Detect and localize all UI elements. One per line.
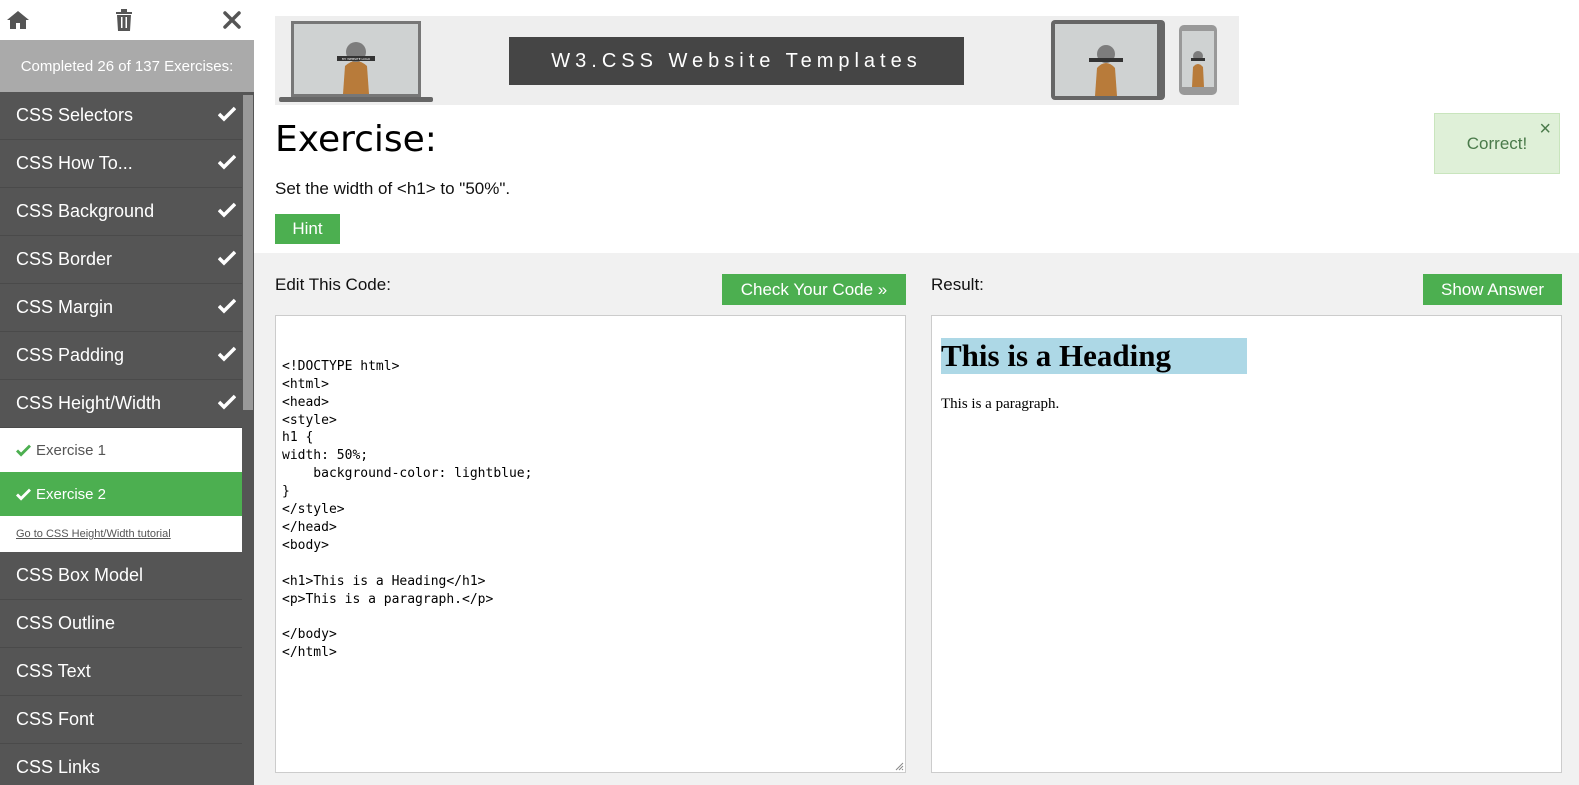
close-icon[interactable]	[218, 6, 246, 34]
laptop-mockup: MY WEBSITE LOGO	[279, 21, 433, 102]
check-icon	[16, 444, 31, 457]
home-icon[interactable]	[4, 6, 32, 34]
show-answer-button[interactable]: Show Answer	[1423, 274, 1562, 305]
result-paragraph: This is a paragraph.	[941, 396, 1060, 412]
check-icon	[217, 394, 237, 415]
sidebar: Completed 26 of 137 Exercises: CSS Selec…	[0, 0, 254, 785]
exercise-title: Exercise:	[275, 119, 437, 160]
sub-item-exercise-1[interactable]: Exercise 1	[0, 428, 242, 472]
check-icon	[217, 202, 237, 223]
sidebar-item-label: CSS Margin	[16, 297, 114, 317]
check-code-button[interactable]: Check Your Code »	[722, 274, 906, 305]
sidebar-item-label: CSS Height/Width	[16, 393, 162, 413]
tablet-mockup	[1051, 20, 1165, 100]
editor-label: Edit This Code:	[275, 275, 391, 294]
mock-logo-text: MY WEBSITE LOGO	[342, 57, 371, 61]
toast-close-icon[interactable]: ×	[1539, 118, 1551, 141]
progress-text: Completed 26 of 137 Exercises:	[0, 40, 254, 92]
templates-banner[interactable]: MY WEBSITE LOGO W3.CSS Website Templates	[275, 16, 1239, 105]
result-heading: This is a Heading	[941, 338, 1247, 374]
trash-icon[interactable]	[110, 6, 138, 34]
check-icon	[217, 106, 237, 127]
check-icon	[217, 298, 237, 319]
sub-item-exercise-2[interactable]: Exercise 2	[0, 472, 242, 516]
sub-item-label: Exercise 2	[36, 485, 107, 503]
check-icon	[217, 250, 237, 271]
sidebar-toolbar	[0, 0, 254, 40]
banner-title: W3.CSS Website Templates	[509, 37, 964, 85]
sidebar-item-box-model[interactable]: CSS Box Model	[0, 552, 242, 600]
check-icon	[16, 488, 31, 501]
sidebar-item-label: CSS Background	[16, 201, 155, 221]
sidebar-item-label: CSS Selectors	[16, 105, 134, 125]
code-editor[interactable]: <!DOCTYPE html> <html> <head> <style> h1…	[275, 315, 906, 773]
sidebar-item-label: CSS Links	[16, 757, 101, 777]
sidebar-scrollbar-thumb[interactable]	[243, 95, 253, 410]
sidebar-item-label: CSS Box Model	[16, 565, 144, 585]
toast-text: Correct!	[1466, 133, 1528, 153]
sidebar-item-background[interactable]: CSS Background	[0, 188, 242, 236]
sidebar-item-font[interactable]: CSS Font	[0, 696, 242, 744]
tutorial-link[interactable]: Go to CSS Height/Width tutorial	[0, 516, 242, 552]
main-content: MY WEBSITE LOGO W3.CSS Website Templates…	[254, 0, 1579, 785]
sidebar-item-height-width[interactable]: CSS Height/Width	[0, 380, 242, 428]
check-icon	[217, 154, 237, 175]
resize-grip-icon[interactable]	[895, 762, 904, 771]
exercise-instruction: Set the width of <h1> to "50%".	[275, 179, 511, 198]
sidebar-item-links[interactable]: CSS Links	[0, 744, 242, 785]
result-frame: This is a Heading This is a paragraph.	[931, 315, 1562, 773]
phone-mockup	[1179, 25, 1217, 95]
sidebar-item-label: CSS Text	[16, 661, 91, 681]
hint-button[interactable]: Hint	[275, 214, 340, 244]
sidebar-item-label: CSS Border	[16, 249, 113, 269]
code-text: <!DOCTYPE html> <html> <head> <style> h1…	[282, 358, 533, 661]
sidebar-item-padding[interactable]: CSS Padding	[0, 332, 242, 380]
correct-toast: Correct! ×	[1434, 113, 1560, 174]
sidebar-item-margin[interactable]: CSS Margin	[0, 284, 242, 332]
sidebar-item-outline[interactable]: CSS Outline	[0, 600, 242, 648]
workspace: Edit This Code: Check Your Code » <!DOCT…	[254, 253, 1579, 785]
sub-item-label: Exercise 1	[36, 441, 107, 459]
sidebar-item-text[interactable]: CSS Text	[0, 648, 242, 696]
sidebar-item-label: CSS How To...	[16, 153, 133, 173]
sidebar-item-label: CSS Padding	[16, 345, 125, 365]
result-label: Result:	[931, 275, 984, 294]
sidebar-item-border[interactable]: CSS Border	[0, 236, 242, 284]
sidebar-item-selectors[interactable]: CSS Selectors	[0, 92, 242, 140]
sidebar-item-label: CSS Font	[16, 709, 95, 729]
sidebar-item-label: CSS Outline	[16, 613, 116, 633]
check-icon	[217, 346, 237, 367]
sidebar-item-howto[interactable]: CSS How To...	[0, 140, 242, 188]
